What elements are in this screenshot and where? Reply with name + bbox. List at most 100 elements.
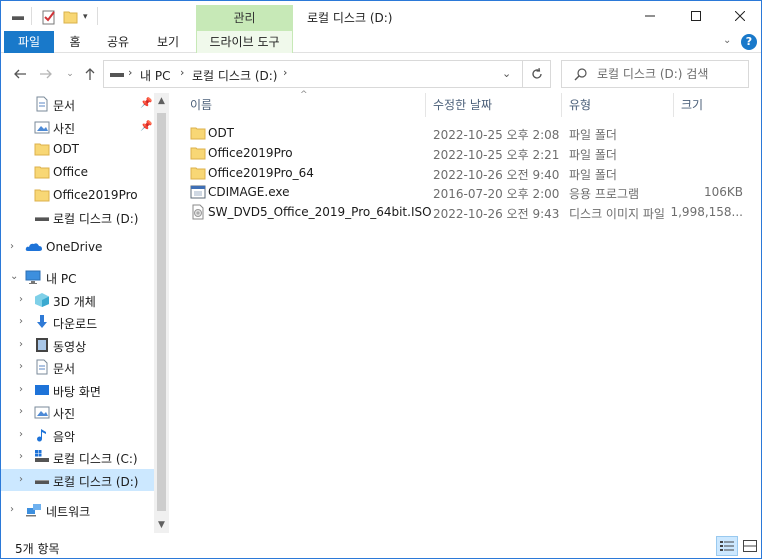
nav-item-this-pc[interactable]: ⌄ 내 PC [1, 266, 154, 288]
help-icon[interactable]: ? [741, 34, 757, 50]
chevron-right-icon[interactable]: › [19, 451, 23, 462]
nav-item-onedrive[interactable]: › OneDrive [1, 236, 154, 258]
nav-item-3d-objects[interactable]: › 3D 개체 [1, 289, 154, 311]
file-row[interactable]: Office2019Pro 2022-10-25 오후 2:21 파일 폴더 [186, 143, 746, 163]
drive-icon[interactable] [11, 9, 25, 23]
breadcrumb-this-pc[interactable]: 내 PC [140, 67, 170, 84]
maximize-button[interactable] [673, 1, 719, 31]
scroll-down-icon[interactable]: ▼ [154, 517, 169, 533]
nav-item-music[interactable]: › 음악 [1, 424, 154, 446]
properties-icon[interactable] [41, 9, 57, 25]
pin-icon[interactable]: 📌 [140, 121, 152, 132]
column-header-date[interactable]: 수정한 날짜 [433, 96, 492, 113]
breadcrumb-separator[interactable]: › [283, 66, 287, 79]
nav-pane-scrollbar[interactable]: ▲ ▼ [154, 93, 169, 533]
breadcrumb-drive-d[interactable]: 로컬 디스크 (D:) [192, 67, 277, 84]
chevron-right-icon[interactable]: › [19, 429, 23, 440]
nav-item-videos[interactable]: › 동영상 [1, 334, 154, 356]
nav-item-drive-d-quick[interactable]: 로컬 디스크 (D:) [1, 206, 154, 228]
forward-button[interactable] [37, 65, 55, 83]
address-bar[interactable]: › 내 PC › 로컬 디스크 (D:) › ⌄ [103, 60, 551, 88]
search-box[interactable] [561, 60, 749, 88]
nav-item-label: Office [53, 165, 89, 179]
address-dropdown-icon[interactable]: ⌄ [502, 67, 511, 80]
refresh-button[interactable] [522, 60, 551, 88]
large-icons-view-button[interactable] [739, 536, 761, 556]
nav-item-label: 로컬 디스크 (D:) [53, 475, 139, 489]
file-row[interactable]: SW_DVD5_Office_2019_Pro_64bit.ISO 2022-1… [186, 202, 746, 222]
file-type: 파일 폴더 [569, 148, 617, 162]
nav-item-documents-quick[interactable]: 문서 📌 [1, 93, 154, 115]
document-icon [34, 96, 50, 112]
tab-share[interactable]: 공유 [101, 31, 135, 53]
chevron-right-icon[interactable]: › [19, 361, 23, 372]
file-date: 2016-07-20 오후 2:00 [433, 187, 560, 201]
details-view-button[interactable] [716, 536, 738, 556]
nav-item-office[interactable]: Office [1, 161, 154, 183]
drive-icon [34, 209, 50, 225]
chevron-right-icon[interactable]: › [19, 406, 23, 417]
file-explorer-window: ▾ 관리 로컬 디스크 (D:) 파일 홈 공유 보기 드라이브 도구 ⌄ ? … [0, 0, 762, 559]
search-input[interactable] [597, 66, 742, 82]
breadcrumb-separator[interactable]: › [128, 66, 132, 79]
file-row[interactable]: Office2019Pro_64 2022-10-26 오전 9:40 파일 폴… [186, 163, 746, 183]
chevron-right-icon[interactable]: › [19, 294, 23, 305]
file-date: 2022-10-26 오전 9:40 [433, 168, 560, 182]
new-folder-icon[interactable] [63, 9, 79, 24]
column-header-size[interactable]: 크기 [681, 96, 703, 113]
column-divider[interactable] [425, 93, 426, 117]
scroll-up-icon[interactable]: ▲ [154, 93, 169, 109]
nav-item-documents[interactable]: › 문서 [1, 356, 154, 378]
tab-view[interactable]: 보기 [151, 31, 185, 53]
nav-item-network[interactable]: › 네트워크 [1, 499, 154, 521]
nav-item-odt[interactable]: ODT [1, 138, 154, 160]
chevron-right-icon[interactable]: › [19, 316, 23, 327]
close-button[interactable] [717, 1, 761, 31]
nav-item-drive-d[interactable]: › 로컬 디스크 (D:) [1, 469, 154, 491]
column-divider[interactable] [673, 93, 674, 117]
scrollbar-thumb[interactable] [157, 113, 166, 511]
videos-icon [34, 337, 50, 353]
column-header-type[interactable]: 유형 [569, 96, 591, 113]
document-icon [34, 359, 50, 375]
nav-item-drive-c[interactable]: › 로컬 디스크 (C:) [1, 446, 154, 468]
column-header-name[interactable]: 이름 [190, 96, 212, 113]
close-icon [735, 11, 745, 21]
chevron-right-icon[interactable]: › [19, 474, 23, 485]
expand-ribbon-icon[interactable]: ⌄ [723, 35, 731, 46]
drive-icon [110, 68, 124, 83]
back-button[interactable] [11, 65, 29, 83]
nav-item-label: 사진 [53, 407, 76, 421]
breadcrumb-separator[interactable]: › [180, 66, 184, 79]
tab-home[interactable]: 홈 [61, 31, 89, 53]
nav-item-desktop[interactable]: › 바탕 화면 [1, 379, 154, 401]
chevron-right-icon[interactable]: › [19, 339, 23, 350]
recent-locations-button[interactable]: ⌄ [61, 65, 79, 83]
pin-icon[interactable]: 📌 [140, 98, 152, 109]
this-pc-icon [25, 269, 41, 285]
customize-toolbar-icon[interactable]: ▾ [83, 12, 88, 26]
chevron-right-icon[interactable]: › [19, 384, 23, 395]
chevron-right-icon[interactable]: › [10, 504, 14, 515]
minimize-button[interactable] [627, 1, 673, 31]
tab-drive-tools[interactable]: 드라이브 도구 [196, 31, 293, 53]
minimize-icon [645, 15, 655, 17]
nav-item-office2019pro[interactable]: Office2019Pro [1, 184, 154, 206]
up-arrow-icon [85, 68, 95, 80]
nav-item-pictures-quick[interactable]: 사진 📌 [1, 116, 154, 138]
music-icon [34, 427, 50, 443]
nav-item-downloads[interactable]: › 다운로드 [1, 311, 154, 333]
chevron-right-icon[interactable]: › [10, 241, 14, 252]
column-divider[interactable] [561, 93, 562, 117]
folder-icon [34, 141, 50, 157]
file-row[interactable]: CDIMAGE.exe 2016-07-20 오후 2:00 응용 프로그램 1… [186, 182, 746, 202]
file-date: 2022-10-25 오후 2:21 [433, 148, 560, 162]
status-bar: 5개 항목 [1, 534, 761, 558]
file-row[interactable]: ODT 2022-10-25 오후 2:08 파일 폴더 [186, 123, 746, 143]
tab-file[interactable]: 파일 [4, 31, 54, 53]
nav-item-pictures[interactable]: › 사진 [1, 401, 154, 423]
chevron-down-icon[interactable]: ⌄ [10, 271, 18, 282]
exe-icon [190, 184, 206, 200]
up-button[interactable] [81, 65, 99, 83]
nav-item-label: OneDrive [46, 240, 103, 254]
